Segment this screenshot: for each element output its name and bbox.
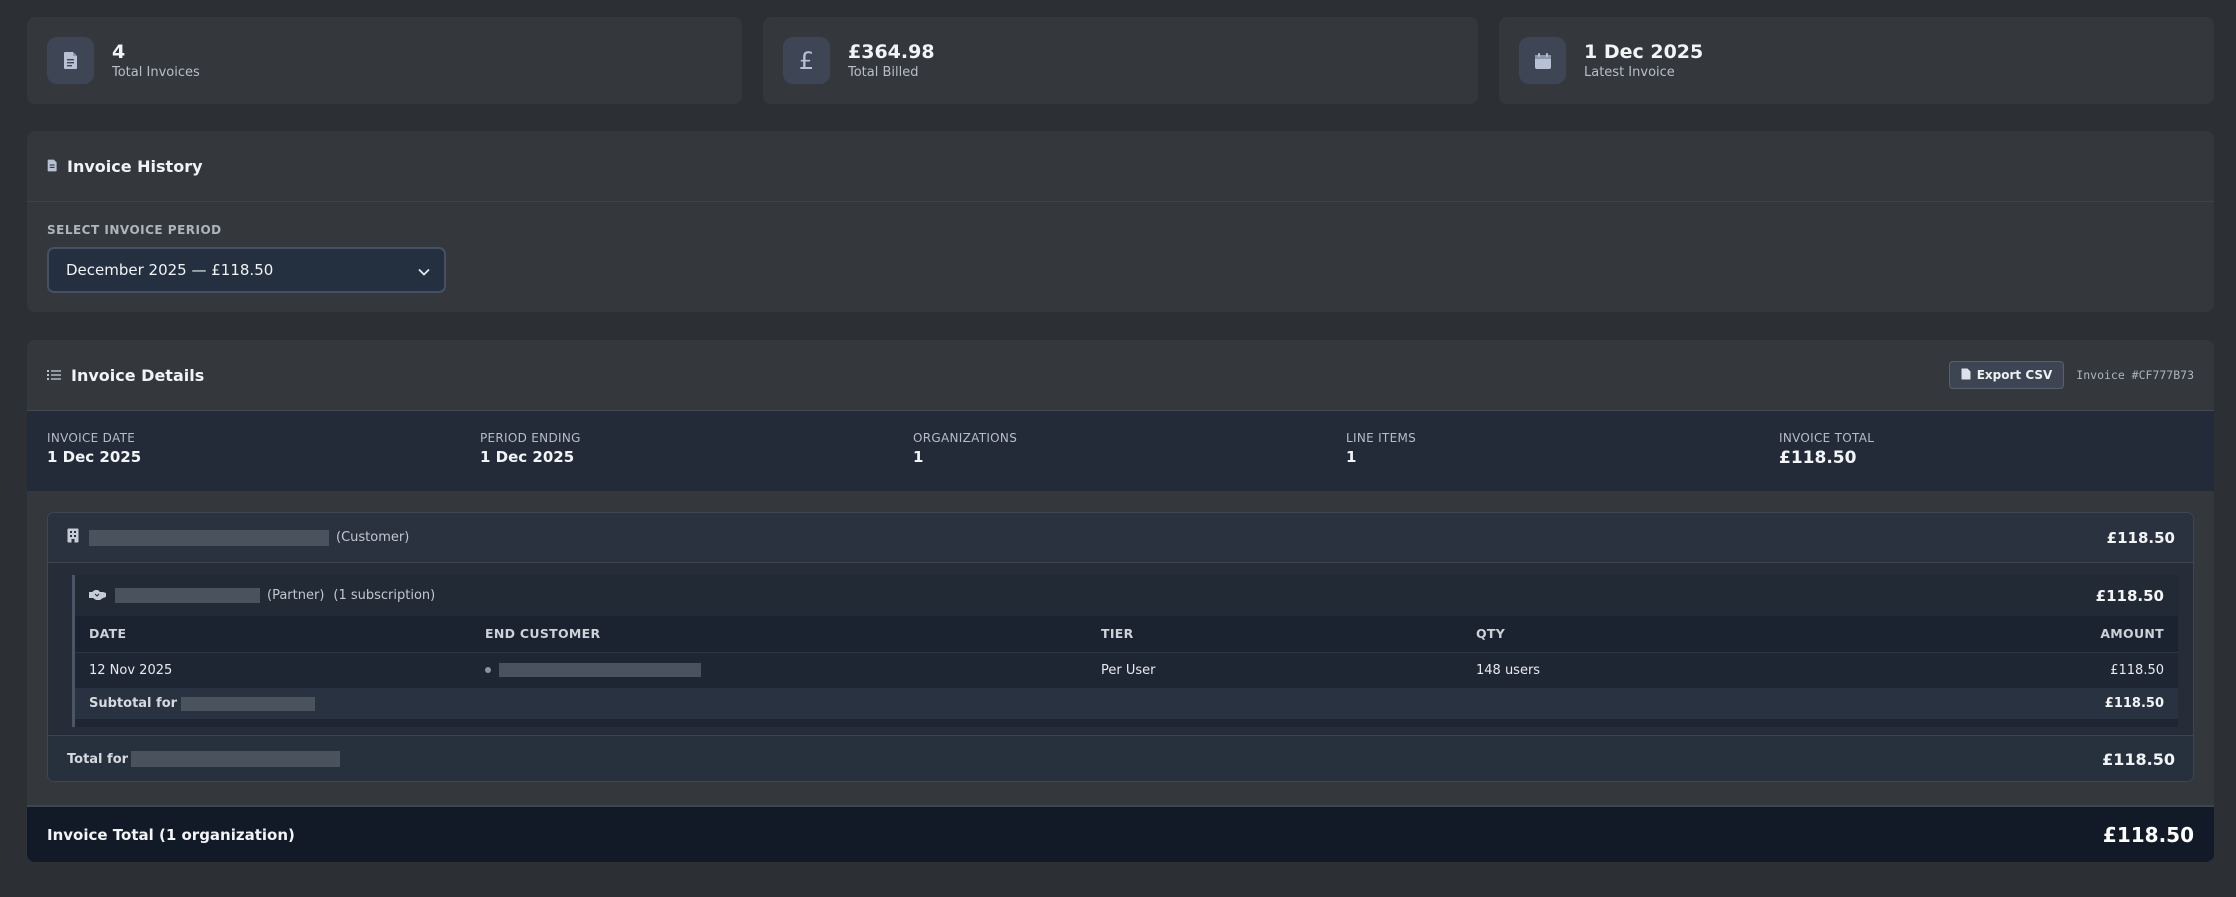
stats-row: 4 Total Invoices £ £364.98 Total Billed … <box>27 17 2214 104</box>
export-csv-button[interactable]: Export CSV <box>1948 361 2065 389</box>
row-amount: £118.50 <box>1793 652 2178 688</box>
meta-label: ORGANIZATIONS <box>913 431 1018 445</box>
stat-card-total-invoices: 4 Total Invoices <box>27 17 742 104</box>
export-csv-label: Export CSV <box>1976 368 2053 382</box>
stat-value: £364.98 <box>848 40 935 63</box>
invoice-details-header: Invoice Details Export CSV Invoice #CF77… <box>27 340 2214 411</box>
subtotal-amount: £118.50 <box>2104 696 2164 711</box>
invoices-page: 4 Total Invoices £ £364.98 Total Billed … <box>0 0 2236 897</box>
bullet-icon <box>485 667 491 674</box>
table-header-row: DATE END CUSTOMER TIER QTY AMOUNT <box>75 616 2178 653</box>
row-qty: 148 users <box>1476 652 1794 688</box>
grand-total-label: Invoice Total (1 organization) <box>47 825 295 844</box>
org-total-label: Total for <box>67 751 129 767</box>
pound-icon: £ <box>783 37 830 84</box>
invoice-id: Invoice #CF777B73 <box>2076 368 2194 382</box>
subtotal-label: Subtotal for <box>89 696 178 711</box>
stat-card-total-billed: £ £364.98 Total Billed <box>763 17 1478 104</box>
redacted-org-total-name <box>131 751 341 767</box>
selected-period: December 2025 — £118.50 <box>66 261 274 279</box>
invoice-history-header: Invoice History <box>27 131 2214 202</box>
panel-title: Invoice Details <box>71 365 205 385</box>
pound-glyph: £ <box>798 46 815 75</box>
panel-title: Invoice History <box>67 156 203 176</box>
customer-amount: £118.50 <box>2106 528 2175 547</box>
stat-value: 1 Dec 2025 <box>1584 40 1704 63</box>
meta-value: 1 Dec 2025 <box>47 448 142 466</box>
building-icon <box>67 528 79 547</box>
organization-total-row: Total for £118.50 <box>48 735 2193 781</box>
stat-value: 4 <box>112 40 126 63</box>
customer-role: (Customer) <box>336 530 410 545</box>
meta-value: £118.50 <box>1779 448 1857 468</box>
row-date: 12 Nov 2025 <box>75 652 485 688</box>
stat-label: Total Billed <box>848 64 919 80</box>
table-row: 12 Nov 2025 Per User 148 users £118.50 <box>75 652 2178 688</box>
document-icon <box>47 157 58 176</box>
partner-subtotal-row: Subtotal for £118.50 <box>75 688 2178 719</box>
organization-card: (Customer) £118.50 (Partner) (1 subscrip… <box>47 512 2194 782</box>
document-icon <box>47 37 94 84</box>
invoice-meta-strip: INVOICE DATE 1 Dec 2025 PERIOD ENDING 1 … <box>27 411 2214 491</box>
handshake-icon <box>89 586 106 605</box>
column-header-date[interactable]: DATE <box>75 616 485 653</box>
meta-label: LINE ITEMS <box>1346 431 1417 445</box>
meta-label: INVOICE TOTAL <box>1779 431 1875 445</box>
partner-header[interactable]: (Partner) (1 subscription) £118.50 <box>75 575 2178 616</box>
column-header-tier[interactable]: TIER <box>1101 616 1476 653</box>
meta-label: PERIOD ENDING <box>480 431 581 445</box>
period-select-label: SELECT INVOICE PERIOD <box>47 223 222 237</box>
invoice-grand-total: Invoice Total (1 organization) £118.50 <box>27 805 2214 862</box>
meta-invoice-date: INVOICE DATE 1 Dec 2025 <box>47 411 480 491</box>
meta-value: 1 <box>913 448 924 466</box>
partner-block: (Partner) (1 subscription) £118.50 DATE … <box>72 575 2178 727</box>
meta-invoice-total: INVOICE TOTAL £118.50 <box>1779 411 2212 491</box>
calendar-icon <box>1519 37 1566 84</box>
partner-role: (Partner) <box>267 588 325 603</box>
stat-card-latest-invoice: 1 Dec 2025 Latest Invoice <box>1499 17 2214 104</box>
stat-label: Total Invoices <box>112 64 200 80</box>
row-tier: Per User <box>1101 652 1476 688</box>
stat-text: £364.98 Total Billed <box>848 41 935 81</box>
redacted-end-customer <box>499 663 702 678</box>
line-items-table: DATE END CUSTOMER TIER QTY AMOUNT 12 Nov… <box>75 616 2178 688</box>
column-header-end-customer[interactable]: END CUSTOMER <box>485 616 1101 653</box>
redacted-partner-name <box>115 588 260 603</box>
invoice-period-select[interactable]: December 2025 — £118.50 <box>47 247 446 293</box>
row-end-customer <box>485 652 1101 688</box>
subscription-count: (1 subscription) <box>333 588 436 603</box>
org-total-amount: £118.50 <box>2102 749 2175 769</box>
file-csv-icon <box>1961 368 1971 383</box>
meta-organizations: ORGANIZATIONS 1 <box>913 411 1346 491</box>
stat-text: 4 Total Invoices <box>112 41 200 81</box>
grand-total-amount: £118.50 <box>2102 822 2194 847</box>
meta-value: 1 Dec 2025 <box>480 448 575 466</box>
redacted-customer-name <box>89 529 329 546</box>
list-icon <box>47 366 61 385</box>
redacted-subtotal-name <box>181 696 316 711</box>
meta-value: 1 <box>1346 448 1357 466</box>
meta-line-items: LINE ITEMS 1 <box>1346 411 1779 491</box>
invoice-history-panel: Invoice History SELECT INVOICE PERIOD De… <box>27 131 2214 312</box>
column-header-qty[interactable]: QTY <box>1476 616 1794 653</box>
stat-label: Latest Invoice <box>1584 64 1675 80</box>
meta-period-ending: PERIOD ENDING 1 Dec 2025 <box>480 411 913 491</box>
chevron-down-icon <box>418 261 430 280</box>
invoice-details-panel: Invoice Details Export CSV Invoice #CF77… <box>27 340 2214 862</box>
meta-label: INVOICE DATE <box>47 431 136 445</box>
column-header-amount[interactable]: AMOUNT <box>1793 616 2178 653</box>
partner-amount: £118.50 <box>2095 586 2164 605</box>
stat-text: 1 Dec 2025 Latest Invoice <box>1584 41 1703 81</box>
organization-header[interactable]: (Customer) £118.50 <box>48 513 2193 563</box>
